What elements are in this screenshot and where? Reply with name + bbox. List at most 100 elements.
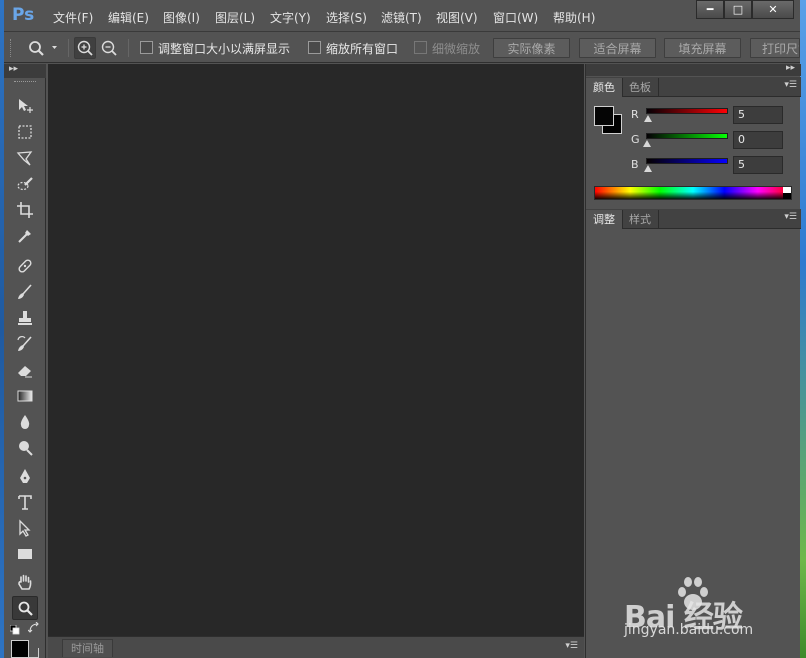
panel-menu-icon[interactable]: ▾☰ xyxy=(565,641,578,651)
channel-b-slider[interactable] xyxy=(646,158,728,164)
blur-tool[interactable] xyxy=(12,410,38,434)
eraser-icon xyxy=(18,366,32,378)
separator xyxy=(68,39,69,57)
move-tool[interactable] xyxy=(12,94,38,118)
watermark-url: jingyan.baidu.com xyxy=(624,622,754,638)
lasso-tool[interactable] xyxy=(12,146,38,170)
channel-r-label: R xyxy=(631,108,639,121)
zoom-out-button[interactable] xyxy=(98,37,120,59)
stamp-icon xyxy=(18,311,32,325)
gradient-tool[interactable] xyxy=(12,384,38,408)
scrubby-zoom-checkbox[interactable] xyxy=(414,41,427,54)
tools-panel-header[interactable]: ▸▸ xyxy=(4,64,46,78)
history-brush-tool[interactable] xyxy=(12,332,38,356)
panel-menu-icon[interactable]: ▾☰ xyxy=(784,212,797,222)
dock-header[interactable]: ▸▸ xyxy=(586,63,801,76)
zoom-out-icon xyxy=(101,40,117,56)
tab-color[interactable]: 颜色 xyxy=(586,78,623,97)
zoom-all-windows-checkbox[interactable] xyxy=(308,41,321,54)
channel-b-label: B xyxy=(631,158,639,171)
pen-tool[interactable] xyxy=(12,464,38,488)
menu-image[interactable]: 图像(I) xyxy=(163,9,200,26)
tools-grip[interactable] xyxy=(14,81,36,83)
channel-g-input[interactable]: 0 xyxy=(733,131,783,149)
brush-tool[interactable] xyxy=(12,280,38,304)
separator xyxy=(128,39,129,57)
photoshop-window: Ps 文件(F) 编辑(E) 图像(I) 图层(L) 文字(Y) 选择(S) 滤… xyxy=(4,0,801,658)
channel-r-input[interactable]: 5 xyxy=(733,106,783,124)
foreground-color-chip[interactable] xyxy=(594,106,614,126)
menu-layer[interactable]: 图层(L) xyxy=(215,9,255,26)
eraser-tool[interactable] xyxy=(12,358,38,382)
adjustments-panel-tabs: 调整 样式 ▾☰ xyxy=(586,209,801,229)
zoom-tool-icon xyxy=(29,41,57,56)
marquee-tool[interactable] xyxy=(12,120,38,144)
quick-selection-icon xyxy=(17,177,33,191)
zoom-in-button[interactable] xyxy=(74,37,96,59)
quick-selection-tool[interactable] xyxy=(12,172,38,196)
fill-screen-button[interactable]: 填充屏幕 xyxy=(664,38,741,58)
channel-b-thumb[interactable] xyxy=(644,165,652,172)
menu-filter[interactable]: 滤镜(T) xyxy=(381,9,422,26)
hand-tool[interactable] xyxy=(12,570,38,594)
channel-g-thumb[interactable] xyxy=(643,140,651,147)
tab-adjustments[interactable]: 调整 xyxy=(586,210,623,229)
menu-view[interactable]: 视图(V) xyxy=(436,9,478,26)
menu-select[interactable]: 选择(S) xyxy=(326,9,367,26)
desktop-edge-right xyxy=(800,0,806,658)
print-size-button[interactable]: 打印尺寸 xyxy=(750,38,800,58)
channel-r-thumb[interactable] xyxy=(644,115,652,122)
color-spectrum-ramp[interactable] xyxy=(594,186,792,200)
healing-brush-tool[interactable] xyxy=(12,254,38,278)
baidu-watermark: Bai 经验 jingyan.baidu.com xyxy=(624,570,804,640)
resize-windows-checkbox[interactable] xyxy=(140,41,153,54)
resize-windows-label: 调整窗口大小以满屏显示 xyxy=(158,42,291,56)
menu-help[interactable]: 帮助(H) xyxy=(553,9,595,26)
tab-swatches[interactable]: 色板 xyxy=(622,78,659,97)
menubar: Ps 文件(F) 编辑(E) 图像(I) 图层(L) 文字(Y) 选择(S) 滤… xyxy=(4,0,800,32)
black-white-chip[interactable] xyxy=(783,187,791,199)
type-tool[interactable] xyxy=(12,490,38,514)
dodge-tool[interactable] xyxy=(12,436,38,460)
dodge-icon xyxy=(19,441,33,456)
actual-pixels-button[interactable]: 实际像素 xyxy=(493,38,570,58)
options-grip[interactable] xyxy=(10,39,13,57)
maximize-button[interactable]: □ xyxy=(724,0,752,19)
type-icon xyxy=(18,495,32,510)
rectangle-tool[interactable] xyxy=(12,542,38,566)
drop-icon xyxy=(20,415,30,429)
menu-file[interactable]: 文件(F) xyxy=(53,9,93,26)
history-brush-icon xyxy=(17,336,32,351)
close-button[interactable]: ✕ xyxy=(752,0,794,19)
background-color-swatch[interactable] xyxy=(21,648,39,658)
menu-type[interactable]: 文字(Y) xyxy=(270,9,311,26)
channel-g-slider[interactable] xyxy=(646,133,728,139)
brush-icon xyxy=(18,284,32,299)
document-canvas-area[interactable] xyxy=(48,64,584,636)
clone-stamp-tool[interactable] xyxy=(12,306,38,330)
panel-menu-icon[interactable]: ▾☰ xyxy=(784,80,797,90)
eyedropper-tool[interactable] xyxy=(12,224,38,248)
pen-icon xyxy=(20,469,30,483)
eyedropper-icon xyxy=(18,230,31,243)
tab-styles[interactable]: 样式 xyxy=(622,210,659,229)
tool-preset-picker[interactable] xyxy=(26,39,62,57)
expand-icon[interactable]: ▸▸ xyxy=(9,64,18,74)
path-selection-icon xyxy=(19,519,31,537)
collapse-icon[interactable]: ▸▸ xyxy=(786,63,795,73)
ps-logo: Ps xyxy=(12,5,35,25)
menu-window[interactable]: 窗口(W) xyxy=(493,9,538,26)
crop-tool[interactable] xyxy=(12,198,38,222)
path-selection-tool[interactable] xyxy=(12,516,38,540)
tab-timeline[interactable]: 时间轴 xyxy=(62,639,113,657)
right-panel-dock: ▸▸ 颜色 色板 ▾☰ R 5 G 0 B 5 调整 样式 ▾☰ xyxy=(585,63,801,658)
zoom-icon xyxy=(18,601,33,616)
fit-screen-button[interactable]: 适合屏幕 xyxy=(579,38,656,58)
minimize-button[interactable]: ━ xyxy=(696,0,724,19)
menu-edit[interactable]: 编辑(E) xyxy=(108,9,149,26)
swap-colors-icon[interactable] xyxy=(27,621,40,634)
default-colors-icon[interactable] xyxy=(9,624,20,635)
channel-r-slider[interactable] xyxy=(646,108,728,114)
zoom-tool[interactable] xyxy=(12,596,38,620)
channel-b-input[interactable]: 5 xyxy=(733,156,783,174)
